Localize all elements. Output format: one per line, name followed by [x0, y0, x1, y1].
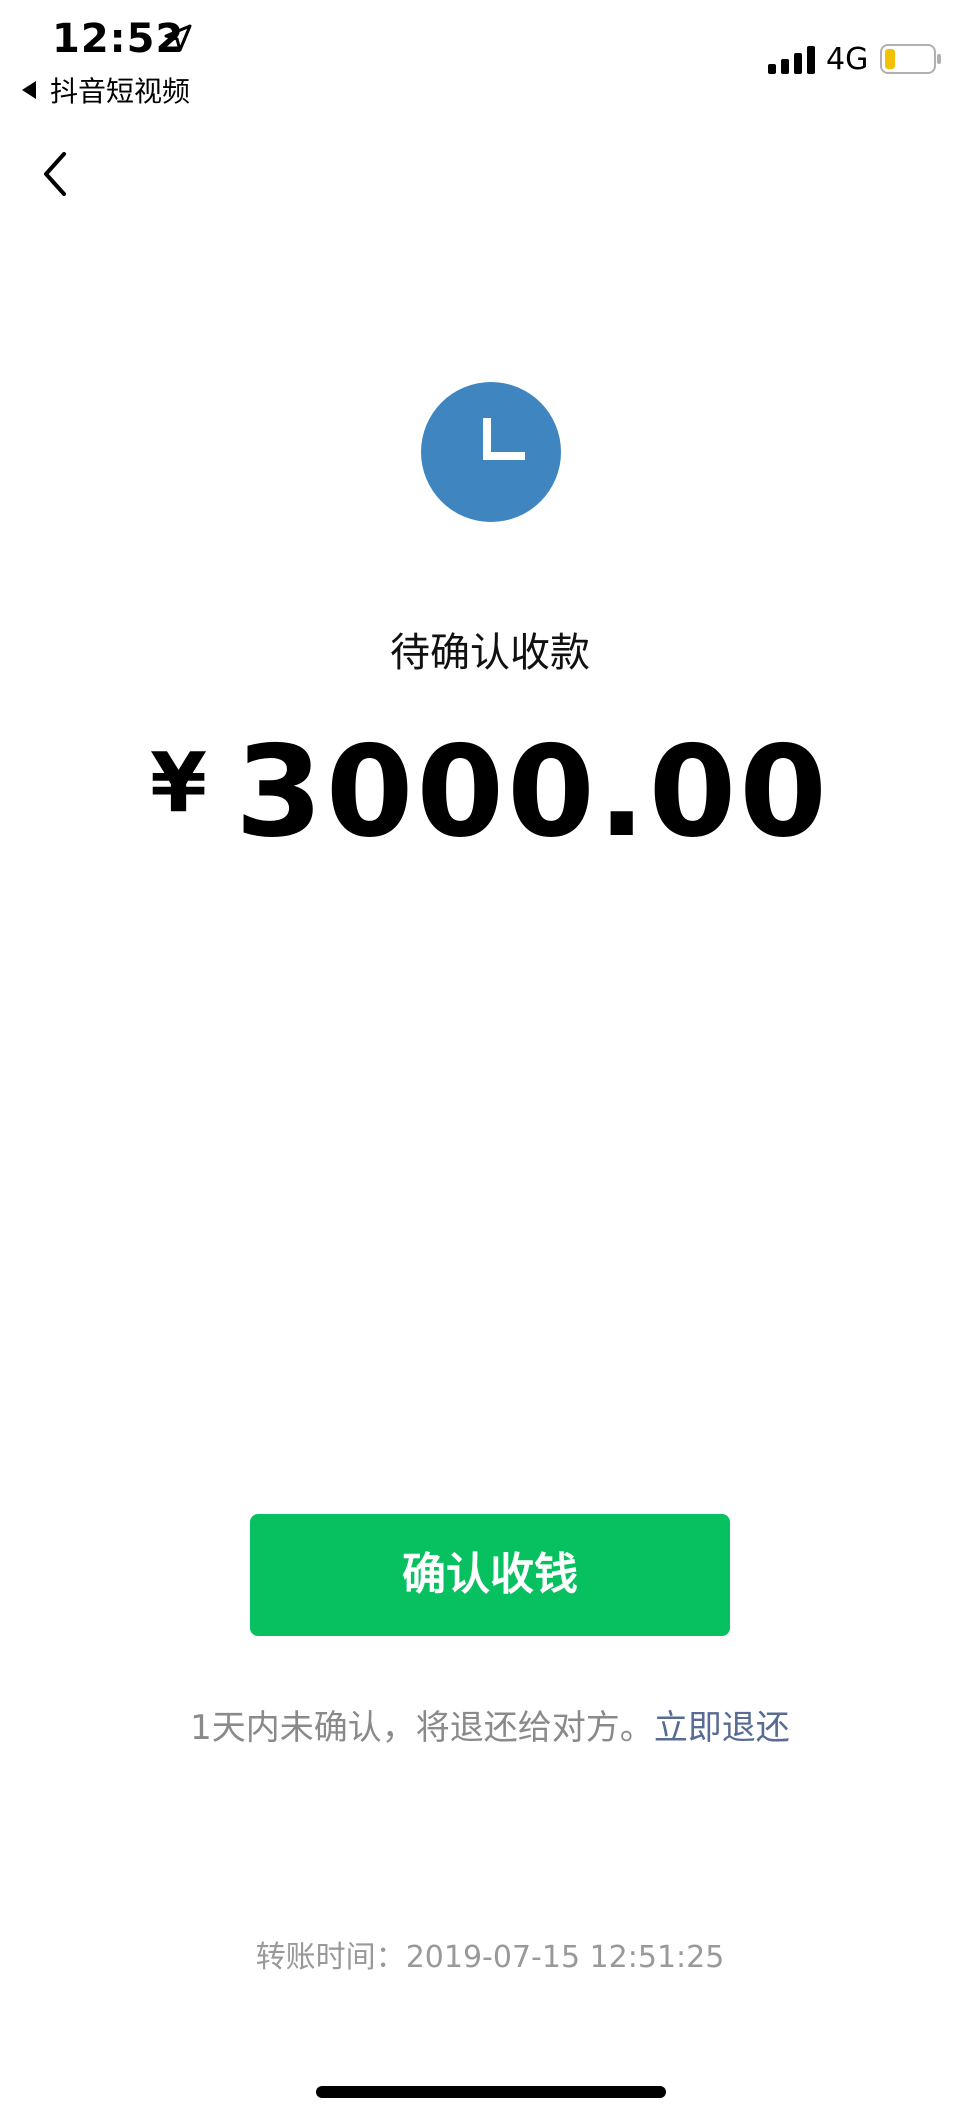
confirm-receive-button[interactable]: 确认收钱: [250, 1514, 730, 1636]
back-button[interactable]: [36, 148, 76, 200]
currency-symbol: ¥: [150, 736, 208, 831]
transfer-time-label: 转账时间：: [255, 1940, 406, 1975]
battery-icon: [880, 44, 941, 74]
home-indicator[interactable]: [316, 2086, 666, 2098]
transfer-time-value: 2019-07-15 12:51:25: [405, 1940, 725, 1975]
notice-text: 1天内未确认，将退还给对方。: [190, 1708, 654, 1748]
clock-icon: [421, 382, 561, 522]
network-type: 4G: [826, 42, 869, 77]
location-arrow-icon: [164, 24, 192, 52]
refund-now-link[interactable]: 立即退还: [654, 1708, 790, 1748]
refund-notice: 1天内未确认，将退还给对方。立即退还: [0, 1700, 980, 1749]
signal-icon: [768, 46, 815, 74]
back-to-app-link[interactable]: 抖音短视频: [22, 70, 190, 110]
status-title: 待确认收款: [390, 630, 590, 676]
amount-display: ¥3000.00: [0, 718, 980, 865]
back-to-app-label: 抖音短视频: [50, 75, 191, 108]
status-bar: 12:52 抖音短视频 4G: [0, 0, 980, 120]
amount-value: 3000.00: [235, 718, 830, 865]
transfer-time: 转账时间：2019-07-15 12:51:25: [0, 1932, 980, 1976]
back-triangle-icon: [22, 81, 36, 99]
